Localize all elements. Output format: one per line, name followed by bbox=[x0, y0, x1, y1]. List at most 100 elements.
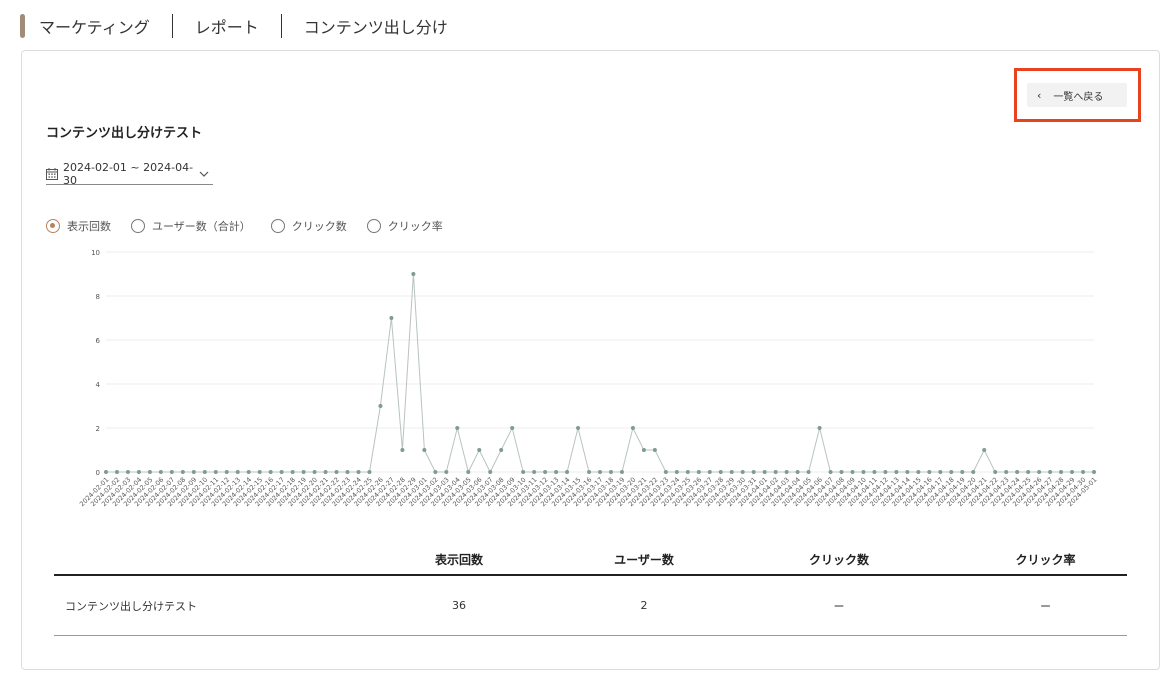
data-point bbox=[641, 448, 646, 452]
calendar-icon bbox=[46, 168, 58, 180]
data-point bbox=[1037, 470, 1042, 474]
data-point bbox=[488, 470, 493, 474]
data-point bbox=[993, 470, 998, 474]
table-cell-clicks: ー bbox=[833, 599, 845, 613]
data-point bbox=[587, 470, 592, 474]
data-point bbox=[652, 448, 657, 452]
data-point bbox=[839, 470, 844, 474]
data-point bbox=[740, 470, 745, 474]
data-point bbox=[301, 470, 306, 474]
data-point bbox=[1004, 470, 1009, 474]
data-point bbox=[400, 448, 405, 452]
data-point bbox=[608, 470, 613, 474]
data-point bbox=[938, 470, 943, 474]
data-point bbox=[916, 470, 921, 474]
radio-label: クリック率 bbox=[387, 220, 443, 233]
data-point bbox=[224, 470, 229, 474]
data-point bbox=[718, 470, 723, 474]
data-point bbox=[334, 470, 339, 474]
data-point bbox=[1026, 470, 1031, 474]
data-point bbox=[663, 470, 668, 474]
data-point bbox=[312, 470, 317, 474]
breadcrumb-item-marketing[interactable]: マーケティング bbox=[39, 14, 150, 38]
data-point bbox=[1070, 470, 1075, 474]
radio-clicks[interactable]: クリック数 bbox=[270, 218, 347, 234]
data-point bbox=[202, 470, 207, 474]
data-point bbox=[949, 470, 954, 474]
data-point bbox=[817, 426, 822, 430]
y-tick-label: 0 bbox=[96, 469, 100, 477]
table-header-clicks: クリック数 bbox=[808, 553, 869, 567]
table-row: コンテンツ出し分けテスト 36 2 ー ー bbox=[54, 576, 1127, 636]
data-point bbox=[345, 470, 350, 474]
metric-radio-group: 表示回数 ユーザー数（合計） クリック数 クリック率 bbox=[46, 218, 463, 234]
breadcrumb-accent-bar bbox=[20, 14, 25, 38]
data-point bbox=[883, 470, 888, 474]
data-point bbox=[543, 470, 548, 474]
data-point bbox=[905, 470, 910, 474]
table-header-click-rate: クリック率 bbox=[1015, 553, 1076, 567]
breadcrumb-separator bbox=[280, 14, 282, 38]
data-point bbox=[619, 470, 624, 474]
data-point bbox=[927, 470, 932, 474]
data-point bbox=[499, 448, 504, 452]
breadcrumb-separator bbox=[171, 14, 173, 38]
data-point bbox=[630, 426, 635, 430]
summary-table: 表示回数 ユーザー数 クリック数 クリック率 コンテンツ出し分けテスト 36 2… bbox=[54, 545, 1127, 636]
data-point bbox=[158, 470, 163, 474]
data-point bbox=[444, 470, 449, 474]
data-point bbox=[378, 404, 383, 408]
data-point bbox=[433, 470, 438, 474]
back-to-list-label: 一覧へ戻る bbox=[1053, 91, 1104, 103]
data-point bbox=[510, 426, 515, 430]
data-point bbox=[422, 448, 427, 452]
data-point bbox=[213, 470, 218, 474]
table-header-impressions: 表示回数 bbox=[434, 553, 483, 567]
data-point bbox=[576, 426, 581, 430]
data-point bbox=[235, 470, 240, 474]
data-point bbox=[751, 470, 756, 474]
table-cell-users: 2 bbox=[640, 599, 648, 612]
data-point bbox=[960, 470, 965, 474]
data-point bbox=[861, 470, 866, 474]
radio-label: ユーザー数（合計） bbox=[152, 220, 251, 233]
data-point bbox=[367, 470, 372, 474]
radio-label: クリック数 bbox=[291, 220, 347, 233]
table-cell-name: コンテンツ出し分けテスト bbox=[65, 599, 197, 613]
radio-circle-icon bbox=[46, 219, 60, 233]
data-point bbox=[894, 470, 899, 474]
data-point bbox=[1015, 470, 1020, 474]
radio-impressions[interactable]: 表示回数 bbox=[46, 218, 111, 234]
breadcrumb: マーケティング レポート コンテンツ出し分け bbox=[20, 14, 448, 38]
impressions-line-chart: 02468102024-02-012024-02-022024-02-03202… bbox=[78, 249, 1098, 508]
breadcrumb-item-report[interactable]: レポート bbox=[195, 14, 259, 38]
radio-circle-icon bbox=[366, 219, 381, 233]
data-point bbox=[598, 470, 602, 474]
data-point bbox=[125, 470, 130, 474]
data-point bbox=[532, 470, 537, 474]
radio-users-total[interactable]: ユーザー数（合計） bbox=[131, 218, 251, 234]
series-line-impressions bbox=[106, 273, 1094, 474]
data-point bbox=[674, 470, 679, 474]
data-point bbox=[554, 470, 559, 474]
breadcrumb-item-content-split: コンテンツ出し分け bbox=[303, 18, 448, 37]
date-range-picker[interactable]: 2024-02-01 ~ 2024-04-30 bbox=[46, 161, 213, 187]
data-point bbox=[696, 470, 701, 474]
data-point bbox=[729, 470, 734, 474]
table-header-users: ユーザー数 bbox=[614, 553, 674, 567]
radio-click-rate[interactable]: クリック率 bbox=[366, 218, 443, 234]
radio-circle-icon bbox=[131, 219, 145, 233]
y-tick-label: 4 bbox=[96, 381, 101, 389]
back-to-list-button[interactable]: ‹ 一覧へ戻る bbox=[1027, 83, 1127, 107]
data-point bbox=[169, 470, 174, 474]
data-point bbox=[762, 470, 767, 474]
data-point bbox=[1048, 470, 1053, 474]
table-cell-impressions: 36 bbox=[452, 599, 466, 612]
radio-label: 表示回数 bbox=[67, 220, 111, 233]
data-point bbox=[1059, 470, 1064, 474]
radio-circle-icon bbox=[270, 219, 285, 233]
data-point bbox=[147, 470, 152, 474]
chevron-down-icon bbox=[199, 171, 209, 177]
data-point bbox=[323, 470, 328, 474]
data-point bbox=[411, 272, 416, 276]
